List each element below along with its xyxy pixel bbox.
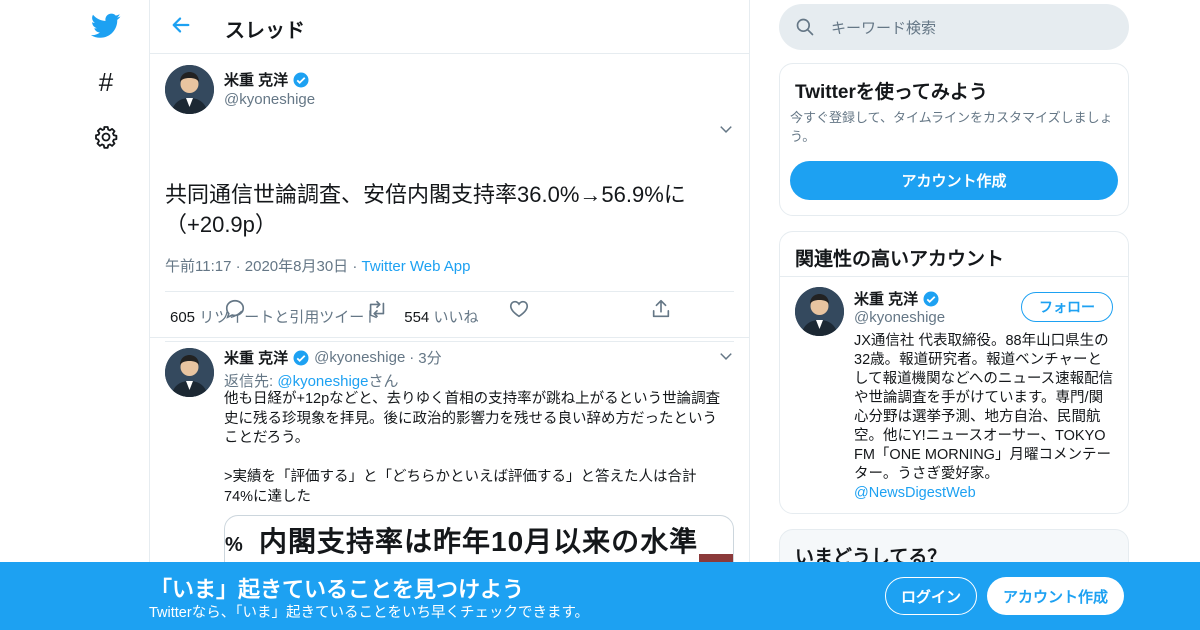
follow-button[interactable]: フォロー — [1021, 292, 1113, 322]
reply-tweet[interactable]: 米重 克洋 @kyoneshige · 3分 返信先: @kyoneshigeさ… — [150, 337, 749, 577]
reply-author-handle[interactable]: @kyoneshige — [314, 349, 405, 366]
author-name[interactable]: 米重 克洋 — [224, 69, 310, 90]
signup-banner: 「いま」起きていることを見つけよう Twitterなら、「いま」起きていることを… — [0, 562, 1200, 630]
related-account-name[interactable]: 米重 克洋 — [854, 288, 940, 309]
thread-header: スレッド — [150, 0, 749, 54]
reply-icon[interactable] — [224, 298, 248, 322]
main-tweet: 米重 克洋 @kyoneshige 共同通信世論調査、安倍内閣支持率36.0%→… — [150, 54, 749, 342]
search-icon — [795, 17, 815, 37]
share-icon[interactable] — [650, 298, 674, 322]
signup-box: Twitterを使ってみよう 今すぐ登録して、タイムラインをカスタマイズしましょ… — [779, 63, 1129, 216]
reply-author-name[interactable]: 米重 克洋 — [224, 347, 288, 368]
reply-header: 米重 克洋 @kyoneshige · 3分 — [224, 347, 442, 368]
signup-box-title: Twitterを使ってみよう — [795, 82, 988, 103]
related-account-name-text: 米重 克洋 — [854, 291, 919, 308]
page-title: スレッド — [225, 20, 305, 42]
tweet-meta: 午前11:17 · 2020年8月30日 · Twitter Web App — [165, 255, 470, 276]
divider — [165, 291, 734, 292]
meta-separator: · — [235, 258, 241, 275]
verified-badge-icon — [293, 350, 309, 365]
bio-text: JX通信社 代表取締役。88年山口県生の32歳。報道研究者。報道ベンチャーとして… — [854, 333, 1114, 482]
replying-to-handle[interactable]: @kyoneshige — [277, 373, 368, 390]
bio-link[interactable]: @NewsDigestWeb — [854, 485, 976, 501]
search-input[interactable] — [829, 4, 1113, 52]
heart-icon[interactable] — [508, 298, 532, 322]
reply-age[interactable]: 3分 — [418, 347, 441, 368]
login-button[interactable]: ログイン — [885, 577, 977, 615]
tweet-time[interactable]: 午前11:17 — [165, 258, 231, 275]
meta-separator: · — [409, 349, 415, 366]
author-handle[interactable]: @kyoneshige — [224, 91, 315, 108]
avatar[interactable] — [165, 348, 214, 397]
replying-to-suffix: さん — [368, 373, 399, 390]
card-image-title: 内閣支持率は昨年10月以来の水準 — [259, 526, 699, 557]
avatar[interactable] — [795, 287, 844, 336]
banner-title: 「いま」起きていることを見つけよう — [150, 577, 525, 602]
related-account-bio: JX通信社 代表取締役。88年山口県生の32歳。報道研究者。報道ベンチャーとして… — [854, 332, 1116, 503]
tweet-actions — [150, 298, 749, 328]
main-column: スレッド 米重 克洋 @kyoneshige 共同通信世論調査、安倍内閣支持率3… — [149, 0, 750, 630]
tweet-source[interactable]: Twitter Web App — [362, 258, 471, 275]
tweet-text: 共同通信世論調査、安倍内閣支持率36.0%→56.9%に（+20.9p） — [165, 182, 686, 237]
banner-create-account-button[interactable]: アカウント作成 — [987, 577, 1124, 615]
replying-to: 返信先: @kyoneshigeさん — [224, 370, 398, 391]
verified-badge-icon — [923, 291, 939, 306]
back-arrow-icon[interactable] — [170, 14, 194, 38]
left-nav: # — [60, 0, 150, 630]
reply-text: 他も日経が+12pなどと、去りゆく首相の支持率が跳ね上がるという世論調査史に残る… — [224, 391, 721, 505]
search-bar[interactable] — [779, 4, 1129, 52]
signup-box-text: 今すぐ登録して、タイムラインをカスタマイズしましょう。 — [790, 110, 1113, 144]
related-account-handle[interactable]: @kyoneshige — [854, 309, 945, 326]
replying-to-prefix: 返信先: — [224, 373, 278, 390]
verified-badge-icon — [293, 72, 309, 87]
twitter-bird-icon[interactable] — [90, 10, 122, 42]
card-percent-label: % — [225, 534, 243, 556]
related-accounts-box: 関連性の高いアカウント 米重 克洋 @kyoneshige フォロー JX通信社… — [779, 231, 1129, 514]
divider — [780, 276, 1128, 277]
gear-icon[interactable] — [90, 121, 122, 153]
author-name-text: 米重 克洋 — [224, 72, 289, 89]
avatar[interactable] — [165, 65, 214, 114]
related-accounts-title: 関連性の高いアカウント — [795, 249, 1005, 270]
banner-subtitle: Twitterなら、「いま」起きていることをいち早くチェックできます。 — [149, 605, 589, 621]
hashtag-icon[interactable]: # — [90, 66, 122, 98]
meta-separator: · — [352, 258, 358, 275]
tweet-date[interactable]: 2020年8月30日 — [245, 258, 348, 275]
create-account-button[interactable]: アカウント作成 — [790, 161, 1118, 200]
chevron-down-icon[interactable] — [719, 122, 735, 138]
retweet-icon[interactable] — [366, 298, 390, 322]
chevron-down-icon[interactable] — [719, 349, 735, 365]
